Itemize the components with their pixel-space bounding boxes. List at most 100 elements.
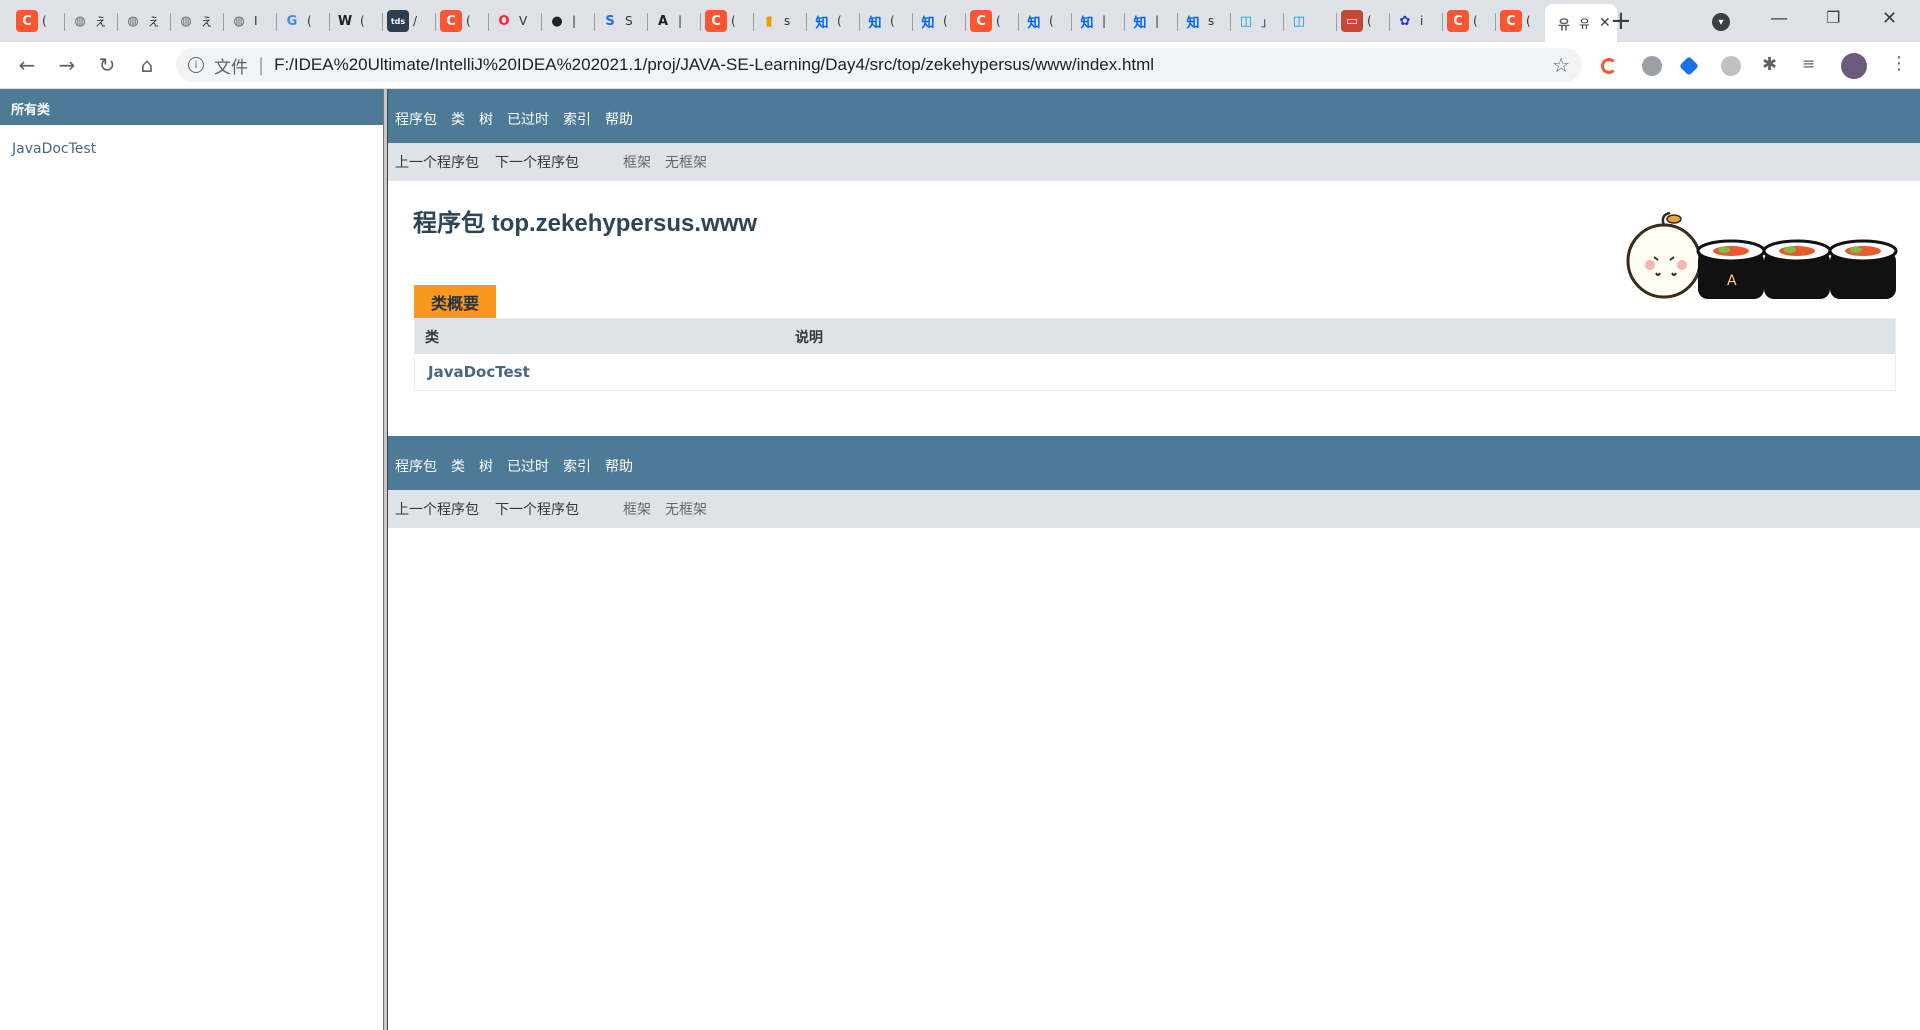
browser-tab[interactable]: ● | (546, 6, 595, 36)
tab-title: S (625, 14, 633, 28)
zhihu-icon: 知 (815, 15, 829, 31)
browser-tab[interactable]: 知( (811, 6, 860, 36)
browser-tab[interactable]: 知( (864, 6, 913, 36)
browser-tab[interactable]: 知 | (1129, 6, 1178, 36)
nav-package[interactable]: 程序包 (395, 109, 437, 143)
close-window-icon[interactable]: ✕ (1882, 8, 1897, 29)
browser-tab[interactable]: W( (334, 6, 383, 36)
nav-index[interactable]: 索引 (563, 456, 591, 490)
back-icon[interactable]: ← (14, 52, 40, 78)
shield-extension-icon[interactable] (1642, 56, 1662, 76)
tab-separator (382, 13, 383, 31)
nav-deprecated[interactable]: 已过时 (507, 109, 549, 143)
browser-tab[interactable]: ◍ え (122, 6, 171, 36)
info-icon[interactable]: i (188, 57, 204, 73)
browser-tab[interactable]: C( (970, 6, 1019, 36)
tab-strip: C(◍ え ◍ え ◍ え ◍ I G(W(tds / C(O V ● | S S A | C(▮ s 知(知(知(C(… (0, 0, 1920, 42)
tab-title: ( (466, 14, 471, 28)
bottom-nav-bar: 程序包 类 树 已过时 索引 帮助 (388, 436, 1920, 490)
nav-help[interactable]: 帮助 (605, 456, 633, 490)
oracle-icon: ▭ (1341, 10, 1363, 32)
opera-icon: O (498, 13, 510, 29)
browser-tab[interactable]: A | (652, 6, 701, 36)
tab-search-icon[interactable]: ▾ (1712, 13, 1730, 31)
puzzle-extensions-icon[interactable]: ✱ (1762, 54, 1782, 75)
minimize-icon[interactable]: — (1770, 8, 1788, 29)
browser-tab[interactable]: C( (16, 6, 65, 36)
browser-tab[interactable]: ✿ i (1394, 6, 1443, 36)
forward-icon[interactable]: → (54, 52, 80, 78)
browser-tab[interactable]: 知s (1182, 6, 1231, 36)
home-icon[interactable]: ⌂ (134, 52, 160, 78)
new-tab-button[interactable]: + (1610, 8, 1632, 34)
tab-title: V (519, 14, 528, 28)
frames-link[interactable]: 框架 (623, 152, 651, 172)
avatar[interactable] (1841, 53, 1867, 79)
bookmark-star-icon[interactable]: ☆ (1552, 53, 1570, 77)
frames-link[interactable]: 框架 (623, 499, 651, 519)
wikipedia-icon: W (337, 13, 353, 29)
infinity-extension-icon[interactable] (1721, 56, 1741, 76)
browser-tab[interactable]: 知( (917, 6, 966, 36)
browser-tab[interactable]: C( (1447, 6, 1496, 36)
translate-extension-icon[interactable] (1679, 56, 1699, 76)
bilibili-icon: ◫ (1292, 13, 1306, 29)
tab-title: s (784, 14, 791, 28)
address-url[interactable]: F:/IDEA%20Ultimate/IntelliJ%20IDEA%20202… (274, 55, 1154, 75)
nav-tree[interactable]: 树 (479, 456, 493, 490)
tab-separator (1389, 13, 1390, 31)
class-name-link[interactable]: JavaDocTest (428, 363, 530, 381)
globe-icon: ◍ (127, 13, 139, 29)
media-control-icon[interactable]: ≡ (1802, 54, 1822, 74)
tab-separator (859, 13, 860, 31)
nav-package[interactable]: 程序包 (395, 456, 437, 490)
browser-tab[interactable]: SS (599, 6, 648, 36)
tab-separator (1018, 13, 1019, 31)
browser-tab[interactable]: 知( (1023, 6, 1072, 36)
tds-icon: tds (387, 10, 409, 32)
tab-title: ( (731, 14, 736, 28)
sushi-mascot-image: A (1626, 211, 1898, 299)
csdn-icon: C (440, 10, 462, 32)
tab-title: / (413, 14, 418, 28)
reload-icon[interactable]: ↻ (94, 52, 120, 78)
class-link[interactable]: JavaDocTest (0, 125, 383, 157)
globe-icon: ◍ (180, 13, 192, 29)
address-bar[interactable]: i 文件 | F:/IDEA%20Ultimate/IntelliJ%20IDE… (176, 48, 1582, 82)
browser-tab[interactable]: C( (1500, 6, 1549, 36)
svg-text:A: A (1727, 273, 1737, 289)
nav-index[interactable]: 索引 (563, 109, 591, 143)
browser-tab[interactable]: C( (440, 6, 489, 36)
browser-tab[interactable]: tds / (387, 6, 436, 36)
tab-title: s (1208, 14, 1215, 28)
next-package: 下一个程序包 (495, 502, 579, 518)
no-frames-link[interactable]: 无框架 (665, 152, 707, 172)
tab-separator (700, 13, 701, 31)
menu-dots-icon[interactable]: ⋮ (1890, 53, 1910, 74)
nav-class[interactable]: 类 (451, 456, 465, 490)
browser-tab[interactable]: 유 유 ✕ (1545, 4, 1617, 42)
restore-icon[interactable]: ❐ (1826, 8, 1840, 27)
tab-separator (435, 13, 436, 31)
browser-tab[interactable]: G( (281, 6, 330, 36)
close-tab-icon[interactable]: ✕ (1599, 15, 1611, 31)
tab-separator (965, 13, 966, 31)
browser-tab[interactable]: ◍ え (69, 6, 118, 36)
browser-tab[interactable]: ▭( (1341, 6, 1390, 36)
browser-tab[interactable]: C( (705, 6, 754, 36)
browser-tab[interactable]: ◍ I (228, 6, 277, 36)
browser-tab[interactable]: ◍ え (175, 6, 224, 36)
tab-separator (541, 13, 542, 31)
browser-tab[interactable]: ▮ s (758, 6, 807, 36)
csdn-extension-icon[interactable] (1601, 58, 1617, 74)
nav-help[interactable]: 帮助 (605, 109, 633, 143)
browser-tab[interactable]: OV (493, 6, 542, 36)
browser-tab[interactable]: 知 | (1076, 6, 1125, 36)
tab-title: i (1420, 14, 1424, 28)
browser-tab[interactable]: ◫ (1288, 6, 1337, 36)
browser-tab[interactable]: ◫」 (1235, 6, 1284, 36)
nav-tree[interactable]: 树 (479, 109, 493, 143)
no-frames-link[interactable]: 无框架 (665, 499, 707, 519)
nav-deprecated[interactable]: 已过时 (507, 456, 549, 490)
nav-class[interactable]: 类 (451, 109, 465, 143)
